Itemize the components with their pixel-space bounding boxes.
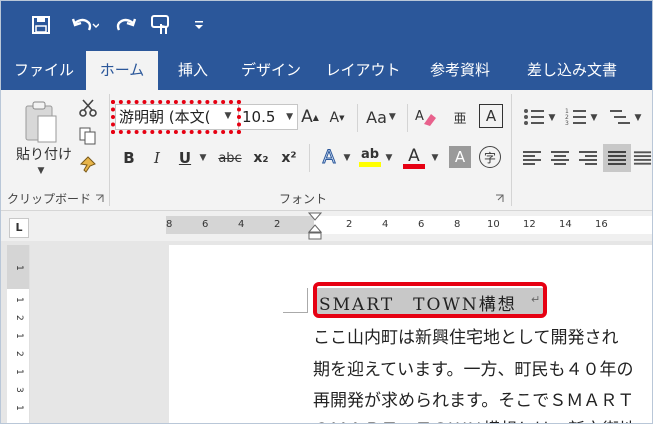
numbering-dropdown-icon[interactable]: ▼ [589, 108, 599, 128]
ruler-bar: L 8 6 4 2 2 4 6 8 10 12 14 16 [1, 211, 652, 241]
ruler-tick: 16 [595, 219, 608, 230]
body-line-2[interactable]: 期を迎えています。一方、町民も４０年の [313, 355, 633, 380]
font-size-dropdown-icon[interactable]: ▼ [286, 105, 293, 129]
touch-mode-icon[interactable] [147, 11, 177, 39]
ruler-tick: 6 [202, 219, 209, 230]
customize-qat-icon[interactable] [191, 11, 207, 39]
multilevel-list-icon[interactable] [605, 104, 635, 130]
save-icon[interactable] [27, 11, 55, 39]
clipboard-group-label: クリップボード [7, 192, 92, 206]
phonetic-guide-icon[interactable]: 亜 [447, 104, 473, 130]
multilevel-dropdown-icon[interactable]: ▼ [633, 108, 643, 128]
vruler-tick: 2 [14, 351, 24, 357]
font-name-callout [111, 100, 241, 134]
vertical-ruler[interactable]: 1 1 2 1 2 1 3 1 [7, 245, 30, 423]
vruler-tick: 1 [14, 369, 24, 375]
font-launcher-icon[interactable] [493, 192, 505, 204]
redo-icon[interactable] [113, 11, 139, 39]
highlight-icon[interactable]: ab [357, 144, 383, 170]
body-line-1[interactable]: ここ山内町は新興住宅地として開発され [313, 323, 619, 348]
shrink-font-icon[interactable]: A ▼ [327, 106, 347, 130]
text-effects-dropdown-icon[interactable]: ▼ [341, 148, 353, 168]
ruler-tick: 4 [238, 219, 245, 230]
align-center-icon[interactable] [547, 146, 573, 170]
body-line-3[interactable]: 再開発が求められます。そこでＳＭＡＲＴ [313, 386, 634, 411]
vruler-tick: 1 [14, 265, 24, 271]
tab-selector[interactable]: L [9, 218, 29, 238]
character-border-icon[interactable]: A [479, 104, 503, 128]
justify-icon[interactable] [603, 144, 631, 172]
ruler-tick: 8 [166, 219, 173, 230]
tab-layout[interactable]: レイアウト [321, 51, 405, 90]
align-left-icon[interactable] [519, 146, 545, 170]
tab-design[interactable]: デザイン [231, 51, 311, 90]
ruler-tick: 14 [559, 219, 572, 230]
tab-mailings[interactable]: 差し込み文書 [517, 51, 627, 90]
margin-corner-mark [283, 288, 308, 313]
word-window: ファイル ホーム 挿入 デザイン レイアウト 参考資料 差し込み文書 貼り付け … [0, 0, 653, 424]
cut-icon[interactable] [75, 96, 101, 120]
grow-font-icon[interactable]: A ▲ [299, 104, 321, 130]
vruler-tick: 2 [14, 315, 24, 321]
font-color-icon[interactable]: A [401, 144, 427, 170]
vruler-tick: 1 [14, 333, 24, 339]
align-right-icon[interactable] [575, 146, 601, 170]
ruler-tick: 12 [523, 219, 536, 230]
undo-icon[interactable] [67, 11, 103, 39]
ruler-tick: 2 [346, 219, 353, 230]
tab-insert[interactable]: 挿入 [165, 51, 221, 90]
vruler-tick: 1 [14, 297, 24, 303]
ribbon-tabs: ファイル ホーム 挿入 デザイン レイアウト 参考資料 差し込み文書 [1, 51, 652, 90]
underline-button[interactable]: U [175, 146, 195, 170]
paste-icon[interactable] [15, 98, 65, 146]
indent-marker[interactable] [307, 211, 323, 241]
quick-access-toolbar [1, 1, 652, 51]
font-size-value: 10.5 [242, 108, 276, 126]
bullets-icon[interactable] [519, 104, 549, 130]
vruler-tick: 3 [14, 387, 24, 393]
strikethrough-button[interactable]: abc [215, 146, 245, 170]
body-line-4[interactable]: ＳＭＡＲＴ ＴＯＷＮ構想とは、新市街地 [313, 415, 636, 423]
ruler-tick: 4 [382, 219, 389, 230]
italic-button[interactable]: I [147, 146, 167, 170]
underline-dropdown-icon[interactable]: ▼ [197, 148, 209, 168]
ruler-tick: 6 [418, 219, 425, 230]
numbering-icon[interactable]: 123 [561, 104, 591, 130]
svg-text:A: A [415, 109, 424, 124]
clear-formatting-icon[interactable]: A [413, 104, 439, 130]
highlight-dropdown-icon[interactable]: ▼ [383, 148, 395, 168]
tab-file[interactable]: ファイル [9, 51, 79, 90]
subscript-button[interactable]: x₂ [249, 146, 273, 170]
change-case-button[interactable]: Aa ▼ [363, 104, 399, 130]
font-size-combo[interactable]: 10.5 ▼ [238, 104, 298, 130]
vruler-tick: 1 [14, 405, 24, 411]
horizontal-ruler[interactable]: 8 6 4 2 2 4 6 8 10 12 14 16 [166, 216, 652, 234]
bold-button[interactable]: B [119, 146, 139, 170]
title-callout [313, 282, 547, 318]
paste-label[interactable]: 貼り付け [11, 144, 77, 164]
paste-dropdown-icon[interactable]: ▼ [31, 164, 51, 178]
ruler-tick: 8 [454, 219, 461, 230]
svg-text:3: 3 [565, 120, 569, 127]
enclose-characters-icon[interactable]: 字 [477, 144, 503, 170]
font-color-dropdown-icon[interactable]: ▼ [429, 148, 441, 168]
font-group-label: フォント [279, 192, 328, 206]
bullets-dropdown-icon[interactable]: ▼ [547, 108, 557, 128]
superscript-button[interactable]: x² [277, 146, 301, 170]
ribbon-home: 貼り付け ▼ クリップボード 游明朝 (本文( ▼ 10.5 ▼ A ▲ A ▼ A… [1, 90, 652, 211]
ruler-tick: 2 [274, 219, 281, 230]
format-painter-icon[interactable] [75, 152, 101, 176]
text-effects-icon[interactable]: A [317, 144, 341, 170]
character-shading-icon[interactable]: A [449, 146, 471, 168]
tab-references[interactable]: 参考資料 [415, 51, 505, 90]
ruler-tick: 10 [487, 219, 500, 230]
copy-icon[interactable] [75, 124, 101, 148]
distributed-icon[interactable] [633, 146, 652, 170]
tab-home[interactable]: ホーム [86, 51, 158, 90]
clipboard-launcher-icon[interactable] [93, 192, 105, 204]
